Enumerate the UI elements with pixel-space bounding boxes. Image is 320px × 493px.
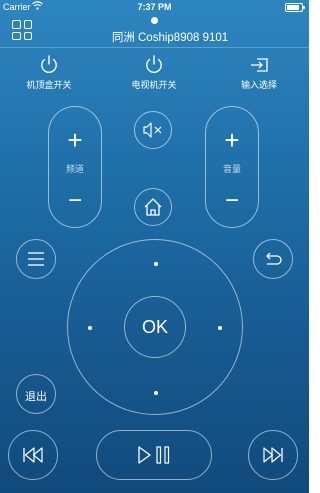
header-divider xyxy=(0,47,309,48)
back-icon xyxy=(266,252,282,265)
rewind-button[interactable] xyxy=(8,430,58,480)
channel-down-button[interactable]: − xyxy=(49,189,101,213)
input-icon xyxy=(251,58,268,72)
tv-power-button[interactable]: 电视机开关 xyxy=(114,54,194,91)
input-select-label: 输入选择 xyxy=(240,80,277,90)
play-pause-button[interactable] xyxy=(96,430,212,480)
menu-button[interactable] xyxy=(16,239,56,279)
stb-power-button[interactable]: 机顶盒开关 xyxy=(9,54,89,91)
mute-icon xyxy=(143,122,162,138)
home-icon xyxy=(144,198,162,216)
status-bar: Carrier 7:37 PM xyxy=(0,0,309,14)
grid-icon[interactable] xyxy=(12,20,32,40)
volume-down-button[interactable]: − xyxy=(206,189,258,213)
clock: 7:37 PM xyxy=(137,2,172,12)
direction-pad: OK xyxy=(67,239,243,415)
mute-button[interactable] xyxy=(134,111,172,149)
fast-forward-icon xyxy=(263,447,283,463)
power-icon xyxy=(41,55,57,74)
menu-icon xyxy=(28,252,44,266)
channel-up-button[interactable]: + xyxy=(49,127,101,153)
channel-control: + 频道 − xyxy=(48,106,102,228)
volume-label: 音量 xyxy=(222,164,241,174)
power-icon xyxy=(146,55,162,74)
header: 同洲 Coship8908 9101 xyxy=(0,14,309,46)
dpad-left-button[interactable] xyxy=(80,318,100,338)
battery-icon xyxy=(285,3,305,12)
dpad-right-button[interactable] xyxy=(210,318,230,338)
dpad-down-button[interactable] xyxy=(146,383,166,403)
rewind-icon xyxy=(23,447,43,463)
exit-label: 退出 xyxy=(25,391,47,403)
dpad-up-button[interactable] xyxy=(146,254,166,274)
device-title[interactable]: 同洲 Coship8908 9101 xyxy=(80,29,260,45)
fast-forward-button[interactable] xyxy=(248,430,298,480)
remote-screen: Carrier 7:37 PM 同洲 Coship8908 9101 机顶盒开关… xyxy=(0,0,309,493)
play-pause-icon xyxy=(138,446,170,464)
ok-label: OK xyxy=(141,317,168,337)
input-select-button[interactable]: 输入选择 xyxy=(219,54,299,91)
back-button[interactable] xyxy=(253,239,293,279)
exit-button[interactable]: 退出 xyxy=(16,374,56,414)
ok-button[interactable]: OK xyxy=(124,296,186,358)
channel-label: 频道 xyxy=(65,164,84,174)
tv-power-label: 电视机开关 xyxy=(131,80,177,90)
connection-indicator xyxy=(151,17,158,24)
home-button[interactable] xyxy=(134,188,172,226)
stb-power-label: 机顶盒开关 xyxy=(26,80,72,90)
volume-up-button[interactable]: + xyxy=(206,127,258,153)
volume-control: + 音量 − xyxy=(205,106,259,228)
